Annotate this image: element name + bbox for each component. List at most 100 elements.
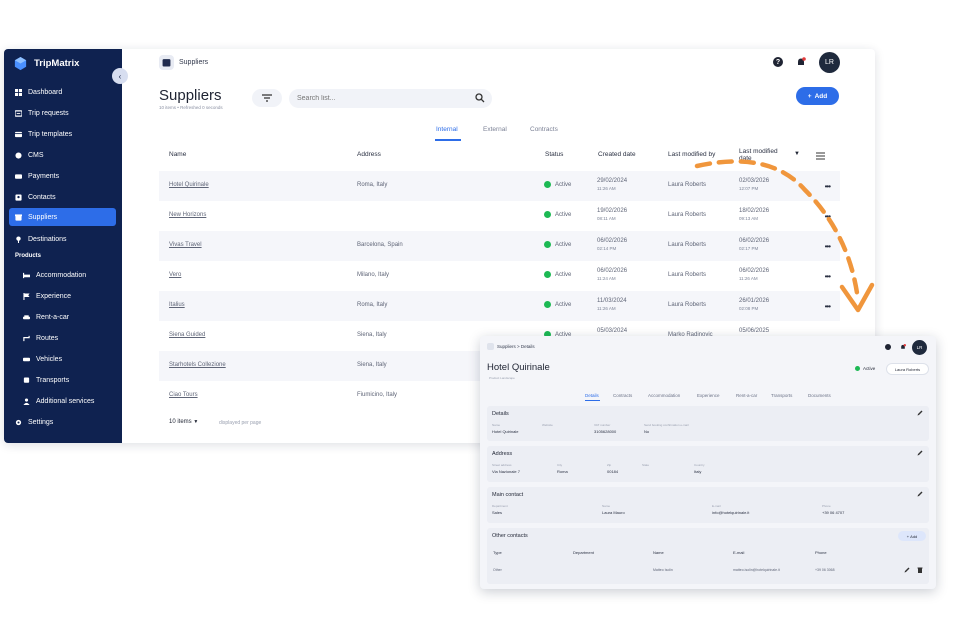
sidebar-item-label: Transports [36,376,70,384]
status-label: Active [555,302,572,309]
sidebar-item-contacts[interactable]: Contacts [9,188,116,206]
add-contact-button[interactable]: + Add [898,531,926,541]
transport-icon [23,376,30,384]
column-header-last-modified-date[interactable]: Last modified date [739,148,789,162]
sidebar-item-rent-a-car[interactable]: Rent-a-car [9,308,116,326]
detail-breadcrumb[interactable]: Suppliers > Details [497,344,535,349]
status-dot-icon [544,211,551,218]
column-header-name[interactable]: Name [169,151,186,158]
status-cell: Active [544,241,571,248]
trash-icon[interactable] [917,567,923,573]
sidebar-item-dashboard[interactable]: Dashboard [9,83,116,101]
table-row[interactable]: Vero Milano, Italy Active 06/02/2026 11:2… [159,261,840,291]
row-more-icon[interactable]: ••• [825,212,831,221]
collapse-sidebar-button[interactable]: ‹ [112,68,128,84]
tab-contracts[interactable]: Contracts [530,126,558,133]
supplier-name-link[interactable]: Vero [169,272,181,278]
sidebar-item-additional-services[interactable]: Additional services [9,392,116,410]
tab-external[interactable]: External [483,126,507,133]
columns-settings-icon[interactable] [816,152,825,160]
modified-by-cell: Laura Roberts [668,272,707,278]
created-date-cell: 06/02/2026 02:14 PM [597,237,627,253]
column-header-status[interactable]: Status [545,151,563,158]
help-icon[interactable]: ? [773,57,783,67]
sidebar-item-payments[interactable]: Payments [9,167,116,185]
edit-icon[interactable] [917,410,923,416]
row-more-icon[interactable]: ••• [825,272,831,281]
avatar[interactable]: LR [912,340,927,355]
sidebar-item-destinations[interactable]: Destinations [9,230,116,248]
modified-date: 06/02/2026 [739,268,770,274]
sidebar-item-vehicles[interactable]: Vehicles [9,350,116,368]
plus-icon: + [807,92,812,100]
supplier-name-link[interactable]: Starhotels Collezione [169,362,226,368]
owner-button[interactable]: Laura Roberts [886,363,929,375]
sidebar-item-transports[interactable]: Transports [9,371,116,389]
payments-icon [15,173,22,180]
items-per-page-value: 10 items [169,419,192,425]
column-header-last-modified-by[interactable]: Last modified by [668,151,715,158]
created-time: 02:14 PM [597,246,617,251]
breadcrumb[interactable]: Suppliers [179,59,208,66]
row-more-icon[interactable]: ••• [825,302,831,311]
field-label: E-mail [712,504,721,508]
column-header-created-date[interactable]: Created date [598,151,636,158]
sidebar-item-cms[interactable]: CMS [9,146,116,164]
sidebar-item-trip-templates[interactable]: Trip templates [9,125,116,143]
add-supplier-button[interactable]: + Add [796,87,839,105]
address-cell: Roma, Italy [357,302,388,308]
created-date-cell: 06/02/2026 11:24 AM [597,267,627,283]
sort-desc-icon[interactable]: ▼ [794,151,800,157]
sidebar-item-label: Trip requests [28,109,69,117]
address-cell: Roma, Italy [357,182,388,188]
tab-contracts[interactable]: Contracts [613,393,632,398]
sidebar-item-suppliers[interactable]: Suppliers [9,208,116,226]
table-row[interactable]: Italius Roma, Italy Active 11/03/2024 11:… [159,291,840,321]
supplier-name-link[interactable]: Siena Guided [169,332,205,338]
table-row[interactable]: New Horizons Active 19/02/2026 08:11 AM L… [159,201,840,231]
bell-icon[interactable] [796,57,806,67]
tab-internal[interactable]: Internal [436,126,458,133]
avatar[interactable]: LR [819,52,840,73]
modified-date: 18/02/2026 [739,208,770,214]
edit-icon[interactable] [904,567,910,573]
tab-experience[interactable]: Experience [697,393,720,398]
tab-details[interactable]: Details [585,393,599,398]
items-per-page-select[interactable]: 10 items ▼ [169,419,198,425]
tab-documents[interactable]: Documents [808,393,831,398]
field-value: info@hotelquirinale.it [712,510,750,515]
tab-rent-a-car[interactable]: Rent-a-car [736,393,757,398]
sidebar-item-accommodation[interactable]: Accommodation [9,266,116,284]
row-more-icon[interactable]: ••• [825,242,831,251]
search-input[interactable] [297,92,467,105]
cms-icon [15,151,22,159]
bell-icon[interactable] [900,344,906,350]
sidebar-item-label: CMS [28,151,44,159]
table-row[interactable]: Vivas Travel Barcelona, Spain Active 06/… [159,231,840,261]
supplier-name-link[interactable]: New Horizons [169,212,206,218]
search-icon[interactable] [475,93,485,103]
flag-icon [23,292,30,300]
tab-accommodation[interactable]: Accommodation [648,393,680,398]
sidebar-item-settings[interactable]: Settings [9,413,116,431]
help-icon[interactable] [885,344,891,350]
filter-button[interactable] [252,89,282,107]
column-header-address[interactable]: Address [357,151,381,158]
address-cell: Siena, Italy [357,362,387,368]
brand[interactable]: TripMatrix [13,56,79,71]
table-row[interactable]: Hotel Quirinale Roma, Italy Active 29/02… [159,171,840,201]
column-header-email: E-mail [733,550,745,555]
edit-icon[interactable] [917,450,923,456]
sidebar-item-routes[interactable]: Routes [9,329,116,347]
supplier-name-link[interactable]: Hotel Quirinale [169,182,209,188]
edit-icon[interactable] [917,491,923,497]
created-date: 05/03/2024 [597,328,628,334]
tab-transports[interactable]: Transports [771,393,792,398]
sidebar-item-experience[interactable]: Experience [9,287,116,305]
supplier-name-link[interactable]: Ciao Tours [169,392,198,398]
supplier-name-link[interactable]: Vivas Travel [169,242,202,248]
sidebar-item-trip-requests[interactable]: Trip requests [9,104,116,122]
supplier-name-link[interactable]: Italius [169,302,185,308]
field-label: Department [492,504,508,508]
row-more-icon[interactable]: ••• [825,182,831,191]
